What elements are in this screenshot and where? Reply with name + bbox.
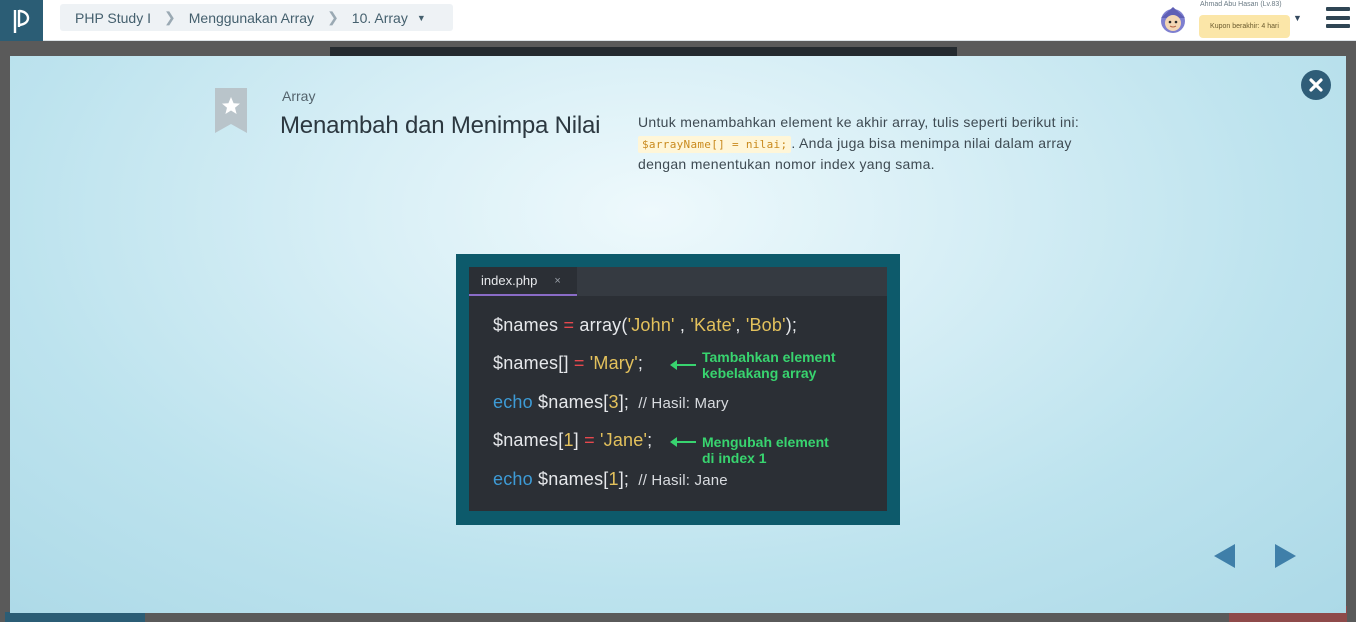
code-token: , [674, 315, 691, 335]
annotation-text: Tambahkan element [702, 349, 836, 365]
code-editor: index.php × $names = array('John' , 'Kat… [469, 267, 887, 511]
user-name: Ahmad Abu Hasan (Lv.83) [1200, 1, 1282, 8]
code-annotation: Tambahkan element kebelakang array [702, 349, 836, 381]
code-token: ] [573, 430, 579, 450]
breadcrumb-course[interactable]: PHP Study I [75, 10, 151, 26]
code-illustration: index.php × $names = array('John' , 'Kat… [456, 254, 900, 525]
previous-slide-arrow-icon[interactable] [1214, 544, 1235, 568]
code-token: $names[ [538, 392, 609, 412]
code-token: 3 [608, 392, 619, 412]
description-text: Untuk menambahkan element ke akhir array… [638, 114, 1080, 130]
code-line: $names[1] = 'Jane'; [493, 430, 652, 451]
editor-tab-label: index.php [481, 273, 538, 288]
code-line: echo $names[1]; // Hasil: Jane [493, 469, 728, 490]
annotation-text: di index 1 [702, 450, 767, 466]
arrow-left-icon [670, 437, 696, 447]
bookmark-icon[interactable] [215, 88, 247, 133]
menu-bar [1326, 15, 1350, 20]
code-token: 'Bob' [745, 315, 786, 335]
breadcrumb-chapter[interactable]: Menggunakan Array [189, 10, 314, 26]
code-token: , [735, 315, 746, 335]
code-line: $names = array('John' , 'Kate', 'Bob'); [493, 315, 797, 336]
code-line: $names[] = 'Mary'; [493, 353, 643, 374]
breadcrumb-lesson[interactable]: 10. Array [352, 10, 408, 26]
code-comment: // Hasil: Mary [638, 395, 729, 412]
tab-close-icon: × [554, 274, 561, 287]
chevron-right-icon: ❯ [164, 9, 176, 25]
menu-bar [1326, 7, 1350, 11]
code-token: 1 [608, 469, 619, 489]
code-token: $names[ [493, 430, 564, 450]
arrow-left-icon [670, 360, 696, 370]
code-token: ]; [618, 469, 630, 489]
hamburger-menu-button[interactable] [1326, 7, 1350, 28]
code-token: 'John' [627, 315, 675, 335]
code-line: echo $names[3]; // Hasil: Mary [493, 392, 729, 413]
code-token: ); [785, 315, 798, 335]
slide-description: Untuk menambahkan element ke akhir array… [638, 112, 1113, 175]
code-token: 'Jane' [600, 430, 648, 450]
close-button[interactable] [1301, 70, 1331, 100]
logo[interactable] [0, 0, 43, 41]
code-token: 'Mary' [589, 353, 638, 373]
editor-tab-bar: index.php × [469, 267, 887, 296]
code-token: $names[ [538, 469, 609, 489]
code-token: = [573, 353, 585, 373]
progate-logo-icon [13, 9, 29, 33]
inline-code: $arrayName[] = nilai; [638, 136, 792, 153]
user-menu-caret-icon[interactable]: ▼ [1293, 13, 1302, 23]
menu-bar [1326, 24, 1350, 28]
close-icon [1309, 78, 1323, 92]
code-token: echo [493, 392, 533, 412]
code-token: 'Kate' [690, 315, 736, 335]
code-token: array( [579, 315, 628, 335]
caret-down-icon[interactable]: ▼ [417, 13, 426, 23]
background-footer-left [5, 612, 145, 622]
coupon-badge[interactable]: Kupon berakhir: 4 hari [1199, 15, 1290, 38]
code-token: ; [637, 353, 644, 373]
slide-modal: Array Menambah dan Menimpa Nilai Untuk m… [10, 56, 1346, 613]
editor-tab: index.php × [469, 267, 577, 296]
avatar[interactable] [1157, 4, 1189, 36]
chevron-right-icon: ❯ [327, 9, 339, 25]
code-annotation: Mengubah element di index 1 [702, 434, 829, 466]
top-bar: PHP Study I ❯ Menggunakan Array ❯ 10. Ar… [0, 0, 1356, 41]
slide-title: Menambah dan Menimpa Nilai [280, 112, 601, 139]
code-token: $names [493, 315, 559, 335]
code-token: echo [493, 469, 533, 489]
code-token: ]; [618, 392, 630, 412]
code-token: $names[] [493, 353, 569, 373]
annotation-text: Mengubah element [702, 434, 829, 450]
code-token: = [563, 315, 575, 335]
code-token: ; [647, 430, 653, 450]
slide-kicker: Array [282, 88, 316, 104]
next-slide-arrow-icon[interactable] [1275, 544, 1296, 568]
code-comment: // Hasil: Jane [638, 472, 728, 489]
breadcrumb: PHP Study I ❯ Menggunakan Array ❯ 10. Ar… [60, 4, 453, 31]
annotation-text: kebelakang array [702, 365, 817, 381]
code-token: 1 [563, 430, 574, 450]
code-token: = [584, 430, 595, 450]
